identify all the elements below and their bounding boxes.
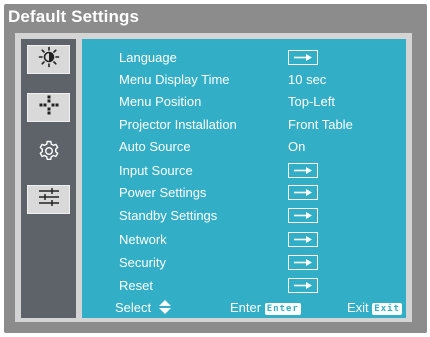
sidebar-item-picture[interactable] xyxy=(27,45,70,74)
up-down-icon xyxy=(158,300,171,317)
exit-hint: Exit Exit xyxy=(347,300,402,315)
submenu-arrow-icon[interactable] xyxy=(288,278,318,293)
menu-row-value: Front Table xyxy=(288,117,353,132)
menu-row-label: Language xyxy=(119,50,177,65)
sliders-icon xyxy=(37,186,61,213)
screen-position-icon xyxy=(38,94,60,121)
settings-panel: Language Menu Display Time 10 sec Menu P… xyxy=(82,39,406,318)
menu-row-standby-settings[interactable]: Standby Settings xyxy=(82,204,406,226)
enter-label: Enter xyxy=(230,300,262,315)
brightness-icon xyxy=(38,46,60,73)
select-hint: Select xyxy=(115,300,171,317)
sidebar xyxy=(21,39,76,318)
menu-row-value: On xyxy=(288,139,306,154)
submenu-arrow-icon[interactable] xyxy=(288,50,318,65)
menu-row-label: Standby Settings xyxy=(119,208,218,223)
exit-label: Exit xyxy=(347,300,369,315)
menu-row-language[interactable]: Language xyxy=(82,46,406,68)
menu-row-power-settings[interactable]: Power Settings xyxy=(82,181,406,203)
menu-row-value: Top-Left xyxy=(288,94,335,109)
menu-row-input-source[interactable]: Input Source xyxy=(82,159,406,181)
menu-row-network[interactable]: Network xyxy=(82,228,406,250)
menu-row-projector-installation[interactable]: Projector Installation Front Table xyxy=(82,113,406,135)
menu-row-label: Auto Source xyxy=(119,139,191,154)
menu-row-reset[interactable]: Reset xyxy=(82,274,406,296)
sidebar-item-options[interactable] xyxy=(27,185,70,214)
submenu-arrow-icon[interactable] xyxy=(288,185,318,200)
menu-row-auto-source[interactable]: Auto Source On xyxy=(82,135,406,157)
menu-row-label: Menu Display Time xyxy=(119,72,230,87)
submenu-arrow-icon[interactable] xyxy=(288,208,318,223)
menu-row-label: Reset xyxy=(119,278,153,293)
menu-row-menu-display-time[interactable]: Menu Display Time 10 sec xyxy=(82,68,406,90)
exit-key-badge: Exit xyxy=(372,303,402,315)
menu-footer: Select Enter Enter Exit Exit xyxy=(82,300,406,318)
menu-row-label: Projector Installation xyxy=(119,117,237,132)
select-label: Select xyxy=(115,300,152,315)
gear-icon xyxy=(37,139,61,168)
menu-row-security[interactable]: Security xyxy=(82,251,406,273)
enter-key-badge: Enter xyxy=(264,303,301,315)
submenu-arrow-icon[interactable] xyxy=(288,232,318,247)
menu-row-label: Security xyxy=(119,255,166,270)
menu-row-label: Input Source xyxy=(119,163,193,178)
menu-row-label: Network xyxy=(119,232,167,247)
menu-title: Default Settings xyxy=(8,7,140,26)
enter-hint: Enter Enter xyxy=(230,300,301,315)
sidebar-item-settings[interactable] xyxy=(27,139,70,168)
menu-row-label: Menu Position xyxy=(119,94,202,109)
submenu-arrow-icon[interactable] xyxy=(288,163,318,178)
menu-row-value: 10 sec xyxy=(288,72,327,87)
submenu-arrow-icon[interactable] xyxy=(288,255,318,270)
sidebar-item-screen[interactable] xyxy=(27,93,70,122)
menu-row-label: Power Settings xyxy=(119,185,207,200)
menu-row-menu-position[interactable]: Menu Position Top-Left xyxy=(82,90,406,112)
